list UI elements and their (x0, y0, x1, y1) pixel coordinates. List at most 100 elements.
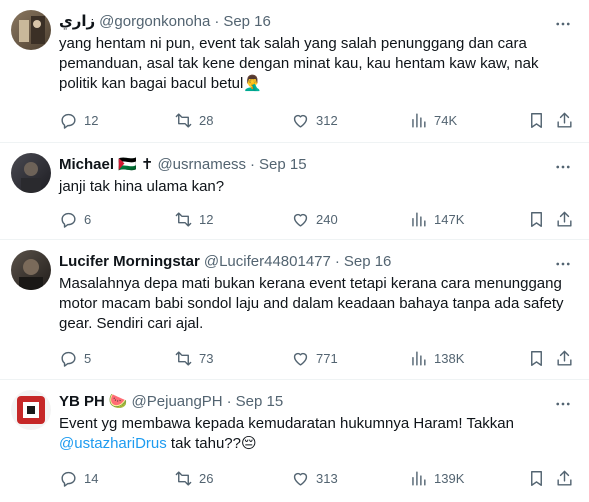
more-options-icon[interactable] (553, 254, 573, 274)
retweet-button[interactable]: 73 (174, 348, 213, 368)
like-button[interactable]: 313 (291, 468, 338, 488)
reply-button[interactable]: 6 (59, 209, 91, 229)
reply-count: 14 (84, 470, 99, 486)
avatar[interactable] (11, 153, 51, 193)
tweet-header: Lucifer Morningstar @Lucifer44801477 · S… (59, 250, 577, 272)
retweet-button[interactable]: 12 (174, 209, 213, 229)
tweet-date[interactable]: Sep 16 (344, 253, 392, 270)
like-button[interactable]: 312 (291, 110, 338, 130)
analytics-icon (412, 470, 426, 486)
tweet-text: Masalahnya depa mati bukan kerana event … (59, 275, 568, 332)
bookmark-button[interactable] (527, 468, 546, 488)
views-button[interactable]: 147K (409, 209, 464, 229)
retweet-count: 12 (199, 211, 214, 227)
retweet-icon (175, 211, 192, 227)
heart-icon (293, 352, 308, 366)
reply-count: 12 (84, 112, 99, 128)
view-count: 139K (434, 470, 465, 486)
user-handle[interactable]: @usrnamess (157, 156, 246, 173)
bookmark-button[interactable] (527, 348, 546, 368)
like-count: 312 (316, 112, 338, 128)
reply-icon (61, 212, 76, 228)
views-button[interactable]: 138K (409, 348, 464, 368)
like-count: 771 (316, 350, 338, 366)
separator-dot: · (250, 155, 256, 173)
tweet-header: Michael 🇵🇸 ✝ @usrnamess · Sep 15 (59, 153, 577, 175)
display-name[interactable]: Michael (59, 156, 114, 173)
views-button[interactable]: 139K (409, 468, 464, 488)
share-button[interactable] (555, 468, 574, 488)
mention-link[interactable]: @ustazhariDrus (59, 435, 167, 452)
bookmark-icon (531, 112, 542, 128)
retweet-icon (175, 470, 192, 486)
user-handle[interactable]: @gorgonkonoha (99, 13, 210, 30)
retweet-button[interactable]: 28 (174, 110, 213, 130)
tweet-feed: زاري @gorgonkonoha · Sep 16 yang hentam … (0, 0, 589, 502)
retweet-count: 28 (199, 112, 214, 128)
more-options-icon[interactable] (553, 157, 573, 177)
bookmark-button[interactable] (527, 110, 546, 130)
tweet[interactable]: زاري @gorgonkonoha · Sep 16 yang hentam … (0, 0, 589, 143)
bookmark-button[interactable] (527, 209, 546, 229)
user-handle[interactable]: @PejuangPH (132, 393, 223, 410)
tweet-content: Lucifer Morningstar @Lucifer44801477 · S… (59, 250, 577, 334)
tweet-date[interactable]: Sep 15 (236, 393, 284, 410)
heart-icon (293, 472, 308, 486)
name-badges: 🇵🇸 ✝ (118, 156, 154, 173)
tweet[interactable]: Michael 🇵🇸 ✝ @usrnamess · Sep 15 janji t… (0, 143, 589, 240)
tweet-text: yang hentam ni pun, event tak salah yang… (59, 35, 543, 92)
separator-dot: · (226, 392, 232, 410)
avatar[interactable] (11, 10, 51, 50)
analytics-icon (412, 211, 426, 227)
share-button[interactable] (555, 348, 574, 368)
more-options-icon[interactable] (553, 14, 573, 34)
view-count: 138K (434, 350, 465, 366)
like-button[interactable]: 240 (291, 209, 338, 229)
name-badges: 🍉 (108, 393, 128, 410)
like-count: 313 (316, 470, 338, 486)
share-button[interactable] (555, 110, 574, 130)
tweet-content: زاري @gorgonkonoha · Sep 16 yang hentam … (59, 10, 577, 94)
avatar[interactable] (11, 250, 51, 290)
display-name[interactable]: Lucifer Morningstar (59, 253, 200, 270)
like-count: 240 (316, 211, 338, 227)
retweet-icon (175, 112, 192, 128)
analytics-icon (412, 350, 426, 366)
share-icon (557, 470, 572, 486)
tweet-actions: 6 12 240 147K (59, 209, 577, 229)
tweet-text: Event yg membawa kepada kemudaratan huku… (59, 414, 577, 454)
retweet-button[interactable]: 26 (174, 468, 213, 488)
retweet-count: 73 (199, 350, 214, 366)
tweet-header: YB PH 🍉 @PejuangPH · Sep 15 (59, 390, 577, 412)
tweet-date[interactable]: Sep 15 (259, 156, 307, 173)
more-options-icon[interactable] (553, 394, 573, 414)
tweet[interactable]: YB PH 🍉 @PejuangPH · Sep 15 Event yg mem… (0, 380, 589, 502)
display-name[interactable]: YB PH (59, 393, 105, 410)
user-handle[interactable]: @Lucifer44801477 (204, 253, 331, 270)
view-count: 74K (434, 112, 458, 128)
share-icon (557, 211, 572, 227)
reply-button[interactable]: 12 (59, 110, 98, 130)
tweet-actions: 12 28 312 74K (59, 110, 577, 130)
views-button[interactable]: 74K (409, 110, 457, 130)
tweet-actions: 5 73 771 138K (59, 348, 577, 368)
tweet-content: YB PH 🍉 @PejuangPH · Sep 15 Event yg mem… (59, 390, 577, 454)
share-button[interactable] (555, 209, 574, 229)
reply-count: 5 (84, 350, 92, 366)
view-count: 147K (434, 211, 465, 227)
tweet-header: زاري @gorgonkonoha · Sep 16 (59, 10, 577, 32)
reply-button[interactable]: 5 (59, 348, 91, 368)
display-name[interactable]: زاري (59, 12, 95, 30)
reply-icon (61, 113, 76, 129)
tweet[interactable]: Lucifer Morningstar @Lucifer44801477 · S… (0, 240, 589, 380)
bookmark-icon (531, 211, 542, 227)
reply-icon (61, 351, 76, 367)
heart-icon (293, 114, 308, 128)
bookmark-icon (531, 350, 542, 366)
tweet-date[interactable]: Sep 16 (223, 13, 271, 30)
reply-button[interactable]: 14 (59, 468, 98, 488)
reply-count: 6 (84, 211, 92, 227)
like-button[interactable]: 771 (291, 348, 338, 368)
avatar[interactable] (11, 390, 51, 430)
tweet-content: Michael 🇵🇸 ✝ @usrnamess · Sep 15 janji t… (59, 153, 577, 197)
